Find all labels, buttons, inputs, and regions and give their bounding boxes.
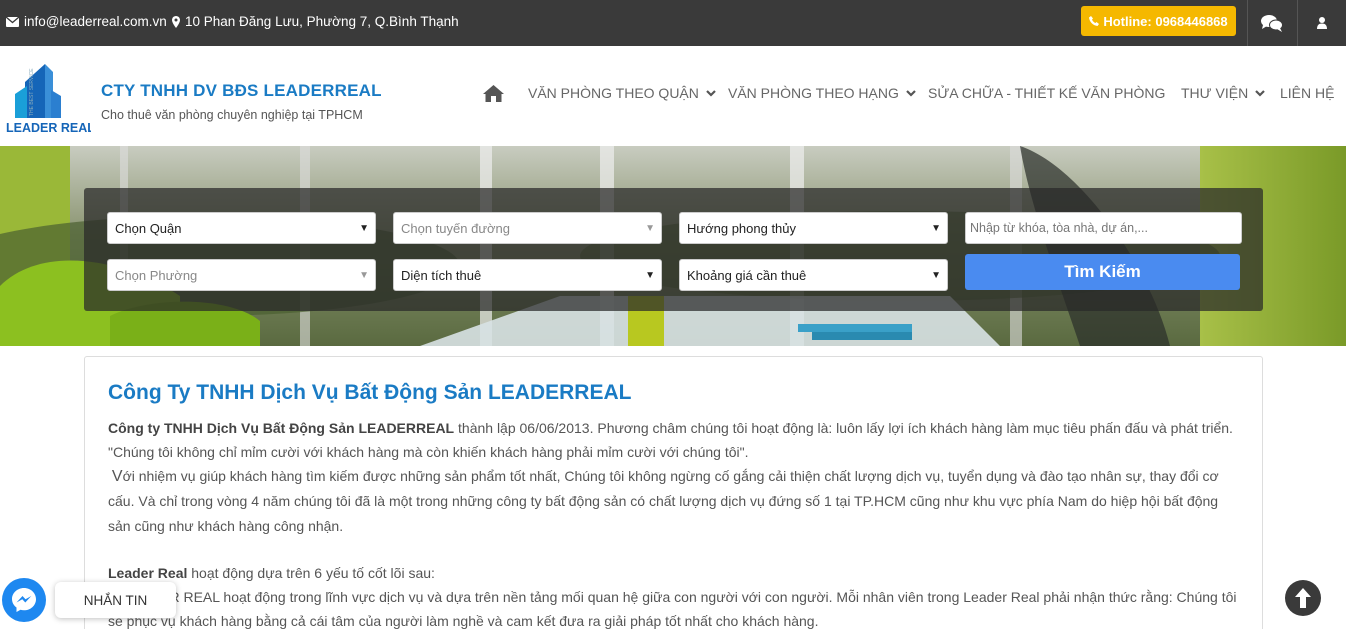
caret-down-icon: ▼ [645,270,655,281]
logo-side-text: THE BEST SERVICE [29,68,35,116]
address-contact: 10 Phan Đăng Lưu, Phường 7, Q.Bình Thạnh [172,14,459,29]
home-icon [483,85,504,102]
about-paragraph-3: Leader Real hoạt động dựa trên 6 yếu tố … [108,561,1238,585]
ward-select-value: Chọn Phường [115,267,198,283]
arrow-up-icon [1295,588,1311,608]
caret-down-icon: ▼ [359,223,369,234]
company-name-bold: Công ty TNHH Dịch Vụ Bất Động Sản LEADER… [108,420,455,436]
about-section: Công Ty TNHH Dịch Vụ Bất Động Sản LEADER… [84,356,1263,629]
caret-down-icon: ▼ [359,270,369,281]
logo-text: LEADER REAL [6,121,91,135]
price-select[interactable]: Khoảng giá cần thuê ▼ [679,259,948,291]
nav-label: SỬA CHỮA - THIẾT KẾ VĂN PHÒNG [928,85,1166,101]
map-marker-icon [172,15,180,28]
chat-icon[interactable] [1248,0,1296,46]
site-header: THE BEST SERVICE LEADER REAL CTY TNHH DV… [0,46,1346,146]
search-panel [84,188,1263,311]
address-text: 10 Phan Đăng Lưu, Phường 7, Q.Bình Thạnh [185,14,459,29]
fengshui-select-value: Hướng phong thủy [687,220,797,236]
price-select-value: Khoảng giá cần thuê [687,267,807,283]
nav-label: VĂN PHÒNG THEO QUẬN [528,85,699,101]
phone-icon [1089,16,1100,26]
area-select-value: Diện tích thuê [401,267,482,283]
caret-down-icon: ▼ [645,223,655,234]
nav-label: VĂN PHÒNG THEO HẠNG [728,85,899,101]
email-text: info@leaderreal.com.vn [24,14,167,29]
hotline-label: Hotline: 0968446868 [1103,13,1228,29]
nav-label: LIÊN HỆ [1280,85,1335,101]
top-bar: info@leaderreal.com.vn 10 Phan Đăng Lưu,… [0,0,1346,46]
area-select[interactable]: Diện tích thuê ▼ [393,259,662,291]
chevron-down-icon [906,89,916,97]
email-contact[interactable]: info@leaderreal.com.vn [6,14,167,29]
nav-van-phong-theo-quan[interactable]: VĂN PHÒNG THEO QUẬN [528,85,716,101]
chat-label-bubble[interactable]: NHẮN TIN [55,582,176,618]
drop-cap: V [111,468,123,485]
paragraph-text: ới nhiệm vụ giúp khách hàng tìm kiếm đượ… [108,468,1219,534]
about-title: Công Ty TNHH Dịch Vụ Bất Động Sản LEADER… [108,381,632,404]
about-paragraph-1: Công ty TNHH Dịch Vụ Bất Động Sản LEADER… [108,416,1238,465]
keyword-input[interactable] [965,212,1242,244]
messenger-button[interactable] [2,578,46,622]
nav-lien-he[interactable]: LIÊN HỆ [1280,85,1334,101]
caret-down-icon: ▼ [931,270,941,281]
about-paragraph-2: Với nhiệm vụ giúp khách hàng tìm kiếm đư… [108,464,1238,538]
fengshui-select[interactable]: Hướng phong thủy ▼ [679,212,948,244]
messenger-icon [12,588,36,612]
paragraph-text: hoạt động dựa trên 6 yếu tố cốt lõi sau: [187,565,435,581]
user-icon[interactable] [1298,0,1346,46]
search-button[interactable]: Tìm Kiếm [965,254,1240,290]
leader-real-bold: Leader Real [108,565,188,581]
street-select-value: Chọn tuyến đường [401,220,511,236]
company-name[interactable]: CTY TNHH DV BĐS LEADERREAL [101,81,382,101]
hotline-button[interactable]: Hotline: 0968446868 [1081,6,1236,36]
nav-thu-vien[interactable]: THƯ VIỆN [1181,85,1265,101]
nav-van-phong-theo-hang[interactable]: VĂN PHÒNG THEO HẠNG [728,85,916,101]
company-logo[interactable]: THE BEST SERVICE LEADER REAL [5,60,95,136]
chevron-down-icon [1255,89,1265,97]
scroll-to-top-button[interactable] [1285,580,1321,616]
ward-select[interactable]: Chọn Phường ▼ [107,259,376,291]
company-tagline: Cho thuê văn phòng chuyên nghiệp tại TPH… [101,108,363,122]
nav-sua-chua[interactable]: SỬA CHỮA - THIẾT KẾ VĂN PHÒNG [928,85,1165,101]
chevron-down-icon [706,89,716,97]
envelope-icon [6,16,19,27]
nav-home[interactable] [483,85,504,102]
district-select[interactable]: Chọn Quận ▼ [107,212,376,244]
about-paragraph-4: 1. LEADER REAL hoạt động trong lĩnh vực … [108,589,1237,629]
street-select[interactable]: Chọn tuyến đường ▼ [393,212,662,244]
nav-label: THƯ VIỆN [1181,85,1249,101]
caret-down-icon: ▼ [931,223,941,234]
district-select-value: Chọn Quận [115,220,182,236]
